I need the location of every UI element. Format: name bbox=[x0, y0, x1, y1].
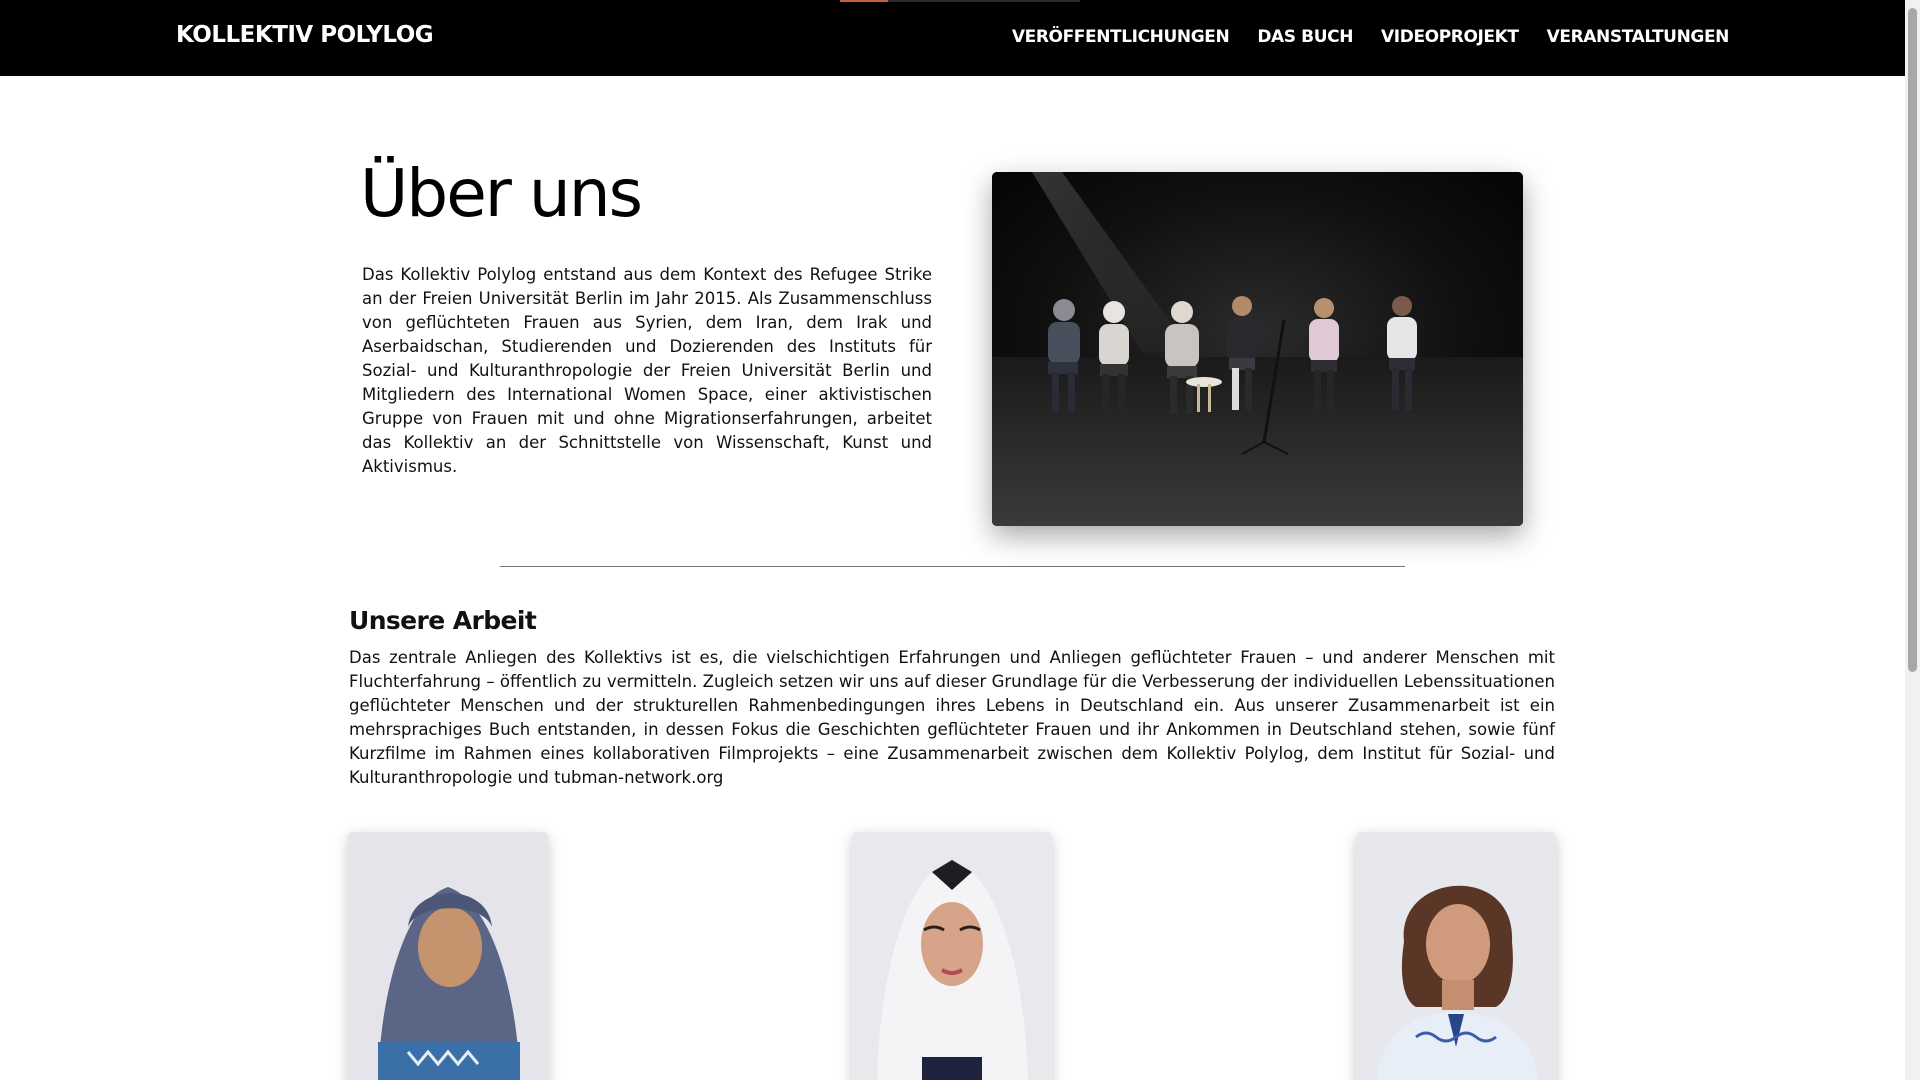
main-nav: VERÖFFENTLICHUNGEN DAS BUCH VIDEOPROJEKT… bbox=[1012, 27, 1730, 47]
work-title: Unsere Arbeit bbox=[349, 606, 537, 635]
nav-link-videoprojekt[interactable]: VIDEOPROJEKT bbox=[1381, 27, 1519, 47]
nav-link-das-buch[interactable]: DAS BUCH bbox=[1257, 27, 1353, 47]
about-title: Über uns bbox=[360, 155, 643, 232]
navbar: KOLLEKTIV POLYLOG VERÖFFENTLICHUNGEN DAS… bbox=[0, 0, 1905, 76]
scroll-progress-track bbox=[888, 0, 1080, 2]
member-portrait-3 bbox=[1356, 832, 1556, 1080]
nav-link-veranstaltungen[interactable]: VERANSTALTUNGEN bbox=[1547, 27, 1730, 47]
about-text: Das Kollektiv Polylog entstand aus dem K… bbox=[362, 265, 932, 476]
scrollbar-thumb[interactable] bbox=[1908, 8, 1917, 672]
member-portrait-1 bbox=[348, 832, 548, 1080]
page: KOLLEKTIV POLYLOG VERÖFFENTLICHUNGEN DAS… bbox=[0, 0, 1920, 1080]
page-scrollbar[interactable] bbox=[1905, 0, 1920, 1080]
about-stage-photo bbox=[992, 172, 1523, 526]
brand-logo-link[interactable]: KOLLEKTIV POLYLOG bbox=[176, 22, 434, 48]
member-portrait-2 bbox=[852, 832, 1052, 1080]
nav-link-veroeffentlichungen[interactable]: VERÖFFENTLICHUNGEN bbox=[1012, 27, 1230, 47]
section-divider bbox=[500, 566, 1405, 567]
scroll-progress-indicator bbox=[840, 0, 888, 2]
work-text: Das zentrale Anliegen des Kollektivs ist… bbox=[349, 648, 1555, 787]
